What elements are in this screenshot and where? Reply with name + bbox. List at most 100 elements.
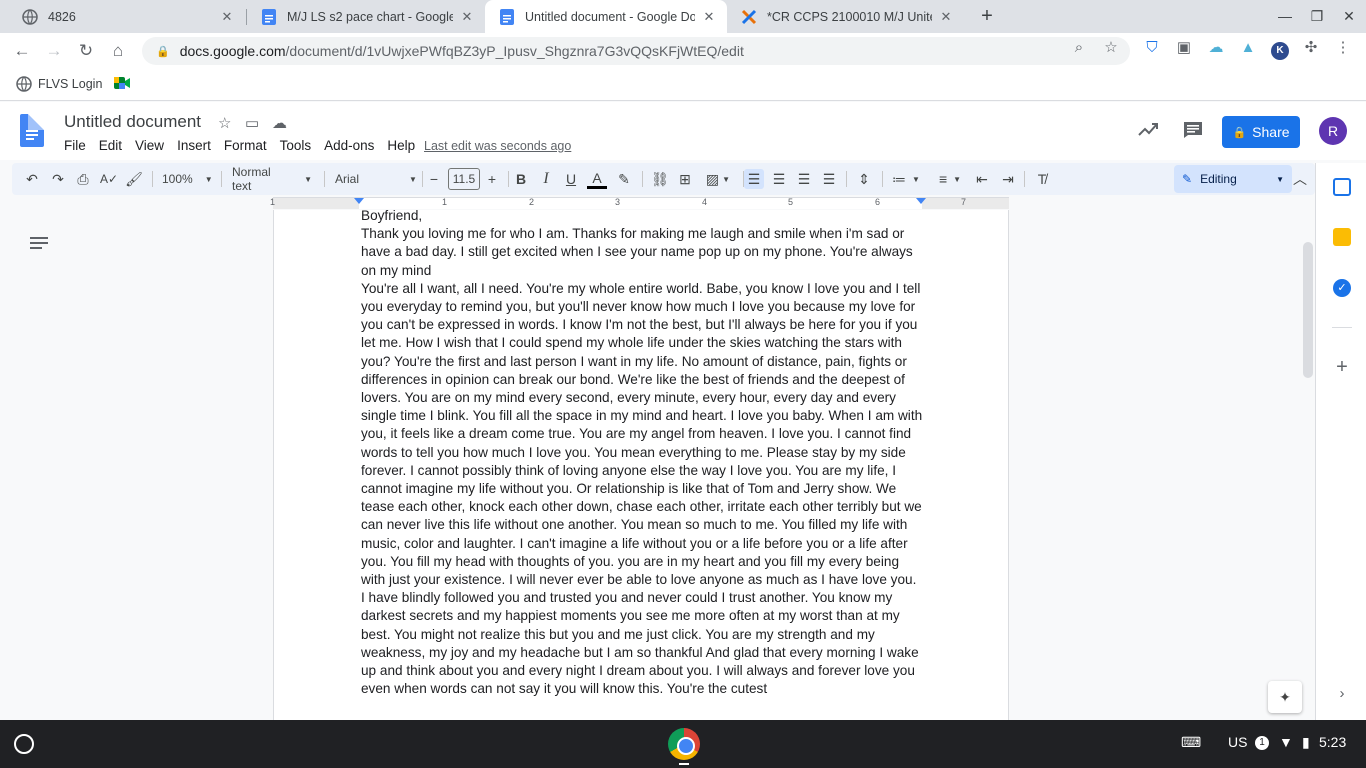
close-icon[interactable]: ✕ [938,9,954,25]
browser-tab[interactable]: M/J LS s2 pace chart - Google D ✕ [247,0,485,33]
font-size-input[interactable]: 11.5 [448,168,480,190]
zoom-search-icon[interactable]: ⌕ [1070,39,1088,57]
menu-addons[interactable]: Add-ons [324,138,374,153]
close-icon[interactable]: ✕ [459,9,475,25]
font-family-select[interactable]: Arial ▼ [335,169,417,189]
underline-icon[interactable]: U [561,169,581,189]
menu-edit[interactable]: Edit [99,138,122,153]
document-outline-icon[interactable] [30,237,48,253]
bookmark-star-icon[interactable]: ☆ [1102,39,1120,57]
right-indent-marker[interactable] [916,198,926,204]
avatar[interactable]: R [1319,117,1347,145]
chrome-menu-icon[interactable]: ⋮ [1334,39,1352,57]
wifi-icon[interactable]: ▼ [1279,734,1293,750]
extensions-puzzle-icon[interactable]: ✣ [1302,39,1320,57]
collapse-menus-icon[interactable]: ︿ [1290,169,1310,189]
keyboard-icon[interactable]: ⌨ [1181,734,1201,751]
notification-count[interactable]: 1 [1255,736,1269,750]
document-body[interactable]: Boyfriend, Thank you loving me for who I… [361,210,923,698]
document-title[interactable]: Untitled document [64,112,201,132]
menu-file[interactable]: File [64,138,86,153]
browser-tab[interactable]: *CR CCPS 2100010 M/J United ✕ [727,0,964,33]
activity-trend-icon[interactable] [1138,121,1158,142]
back-arrow-icon[interactable]: ← [10,39,34,63]
side-panel: ✓ + › [1315,163,1366,720]
menu-format[interactable]: Format [224,138,267,153]
launcher-icon[interactable] [14,734,34,754]
comment-history-icon[interactable] [1183,121,1203,144]
decrease-indent-icon[interactable]: ⇤ [972,169,992,189]
paragraph-style-select[interactable]: Normal text ▼ [232,165,312,193]
menu-tools[interactable]: Tools [280,138,312,153]
undo-icon[interactable]: ↶ [22,169,42,189]
increase-indent-icon[interactable]: ⇥ [998,169,1018,189]
menu-help[interactable]: Help [387,138,415,153]
bookmark-meet[interactable] [114,76,130,90]
close-icon[interactable]: ✕ [701,9,717,25]
bold-icon[interactable]: B [511,169,531,189]
ruler[interactable]: 1 1 2 3 4 5 6 7 [270,197,1009,209]
document-page[interactable]: Boyfriend, Thank you loving me for who I… [273,210,1009,720]
zoom-select[interactable]: 100% ▼ [162,169,213,189]
home-icon[interactable]: ⌂ [106,39,130,63]
line-spacing-icon[interactable]: ⇕ [854,169,874,189]
bulleted-list-icon[interactable]: ≡ ▼ [932,169,968,189]
cloud-extension-icon[interactable]: ☁ [1207,39,1225,57]
input-method[interactable]: US [1228,734,1247,750]
clock[interactable]: 5:23 [1319,734,1346,750]
reader-extension-icon[interactable]: ▣ [1175,39,1193,57]
increase-font-size-button[interactable]: + [484,169,500,189]
align-right-icon[interactable]: ☰ [794,169,814,189]
highlight-icon[interactable]: ✎ [614,169,634,189]
align-center-icon[interactable]: ☰ [769,169,789,189]
print-icon[interactable]: ⎙ [73,169,93,189]
explore-icon[interactable]: ✦ [1268,681,1302,713]
reload-icon[interactable]: ↻ [74,39,98,63]
browser-tab[interactable]: 4826 ✕ [8,0,245,33]
docs-logo-icon[interactable] [20,114,44,147]
address-bar[interactable]: 🔒 docs.google.com/document/d/1vUwjxePWfq… [142,37,1130,65]
restore-button[interactable]: ❐ [1302,4,1332,28]
spellcheck-icon[interactable]: A✓ [99,169,119,189]
align-left-icon[interactable]: ☰ [744,169,764,189]
star-icon[interactable]: ☆ [218,114,231,132]
text-color-icon[interactable]: A [587,169,607,189]
editing-mode-select[interactable]: ✎ Editing ▼ [1174,165,1292,193]
share-button[interactable]: 🔒 Share [1222,116,1300,148]
minimize-button[interactable]: — [1270,4,1300,28]
menu-insert[interactable]: Insert [177,138,211,153]
battery-icon[interactable]: ▮ [1302,734,1310,751]
add-comment-icon[interactable]: ⊞ [675,169,695,189]
person-extension-icon[interactable]: ▲ [1239,39,1257,57]
numbered-list-icon[interactable]: ≔ ▼ [888,169,924,189]
clear-formatting-icon[interactable]: T̸ [1032,169,1052,189]
link-icon[interactable]: ⛓ [650,169,670,189]
italic-icon[interactable]: I [536,169,556,189]
lock-icon[interactable]: 🔒 [156,45,170,58]
close-icon[interactable]: ✕ [219,9,235,25]
chrome-app-icon[interactable] [668,728,700,760]
insert-image-icon[interactable]: ▨ ▼ [700,169,736,189]
calendar-icon[interactable] [1333,178,1351,196]
browser-tab-active[interactable]: Untitled document - Google Doc ✕ [485,0,727,33]
forward-arrow-icon[interactable]: → [42,39,66,63]
redo-icon[interactable]: ↷ [48,169,68,189]
tasks-icon[interactable]: ✓ [1333,279,1351,297]
move-folder-icon[interactable]: ▭ [245,114,259,132]
justify-icon[interactable]: ☰ [819,169,839,189]
last-edit-status[interactable]: Last edit was seconds ago [424,139,571,153]
bookmark-flvs-login[interactable]: FLVS Login [16,76,102,92]
decrease-font-size-button[interactable]: − [426,169,442,189]
k-extension-icon[interactable]: K [1271,42,1289,60]
cloud-status-icon[interactable]: ☁ [272,114,287,132]
shield-extension-icon[interactable]: ⛉ [1143,39,1161,57]
get-addons-icon[interactable]: + [1333,357,1351,377]
paint-format-icon[interactable]: 🖌 [124,169,144,189]
new-tab-button[interactable]: + [976,6,998,28]
chevron-right-icon[interactable]: › [1333,685,1351,703]
keep-icon[interactable] [1333,228,1351,246]
menu-view[interactable]: View [135,138,164,153]
window-close-button[interactable]: ✕ [1334,4,1364,28]
left-indent-marker[interactable] [354,198,364,204]
vertical-scrollbar[interactable] [1303,242,1313,378]
